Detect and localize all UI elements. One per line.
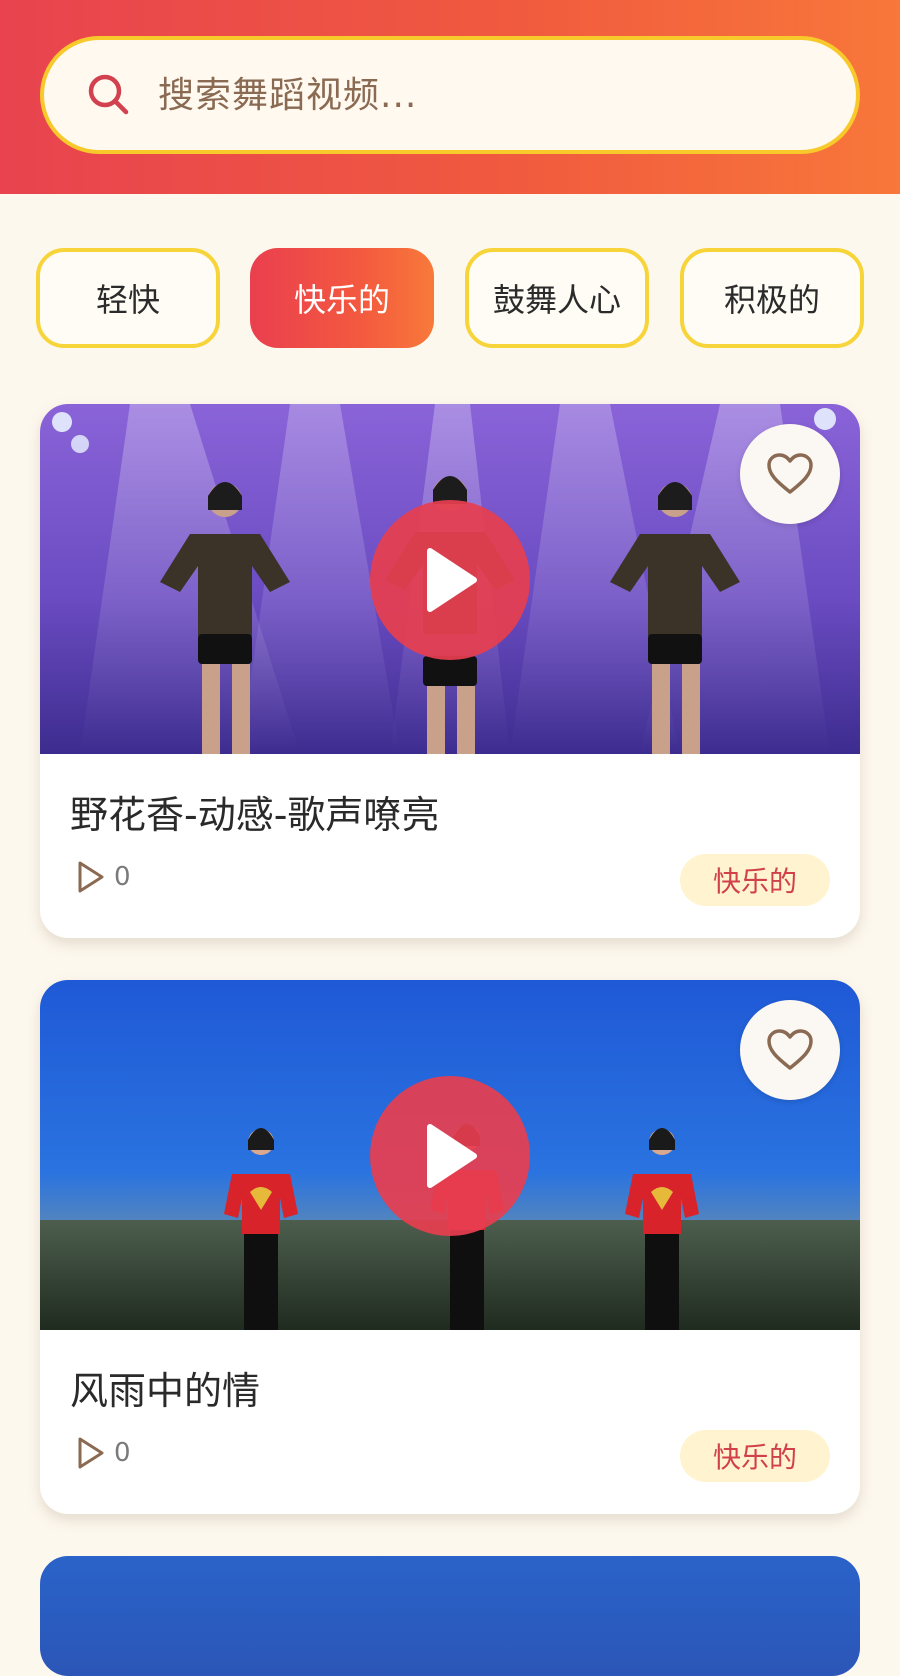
video-title[interactable]: 风雨中的情 — [70, 1360, 260, 1415]
favorite-button[interactable] — [740, 424, 840, 524]
play-count-icon — [78, 861, 104, 893]
heart-icon — [767, 1029, 813, 1070]
play-count: 0 — [76, 860, 131, 894]
video-title[interactable]: 野花香-动感-歌声嘹亮 — [70, 784, 439, 839]
video-card[interactable]: 风雨中的情 0 快乐的 — [40, 980, 860, 1514]
category-chip-light[interactable]: 轻快 — [36, 248, 220, 348]
play-count-icon — [78, 1437, 104, 1469]
play-count-value: 0 — [114, 1438, 131, 1468]
play-icon — [427, 548, 477, 612]
play-button[interactable] — [370, 1076, 530, 1236]
category-filter-row: 轻快 快乐的 鼓舞人心 积极的 — [0, 248, 900, 348]
search-icon — [88, 74, 129, 115]
category-chip-happy[interactable]: 快乐的 — [250, 248, 434, 348]
play-button[interactable] — [370, 500, 530, 660]
favorite-button[interactable] — [740, 1000, 840, 1100]
search-input[interactable] — [156, 73, 756, 117]
category-tag: 快乐的 — [680, 1430, 830, 1482]
header-bar — [0, 0, 900, 194]
play-icon — [427, 1124, 477, 1188]
video-card-partial[interactable] — [40, 1556, 860, 1676]
category-tag: 快乐的 — [680, 854, 830, 906]
play-count-value: 0 — [114, 862, 131, 892]
category-chip-positive[interactable]: 积极的 — [680, 248, 864, 348]
play-count: 0 — [76, 1436, 131, 1470]
video-card[interactable]: 野花香-动感-歌声嘹亮 0 快乐的 — [40, 404, 860, 938]
heart-icon — [767, 453, 813, 494]
search-bar[interactable] — [40, 36, 860, 154]
category-chip-inspiring[interactable]: 鼓舞人心 — [465, 248, 649, 348]
video-thumbnail[interactable] — [40, 980, 860, 1330]
video-thumbnail[interactable] — [40, 404, 860, 754]
